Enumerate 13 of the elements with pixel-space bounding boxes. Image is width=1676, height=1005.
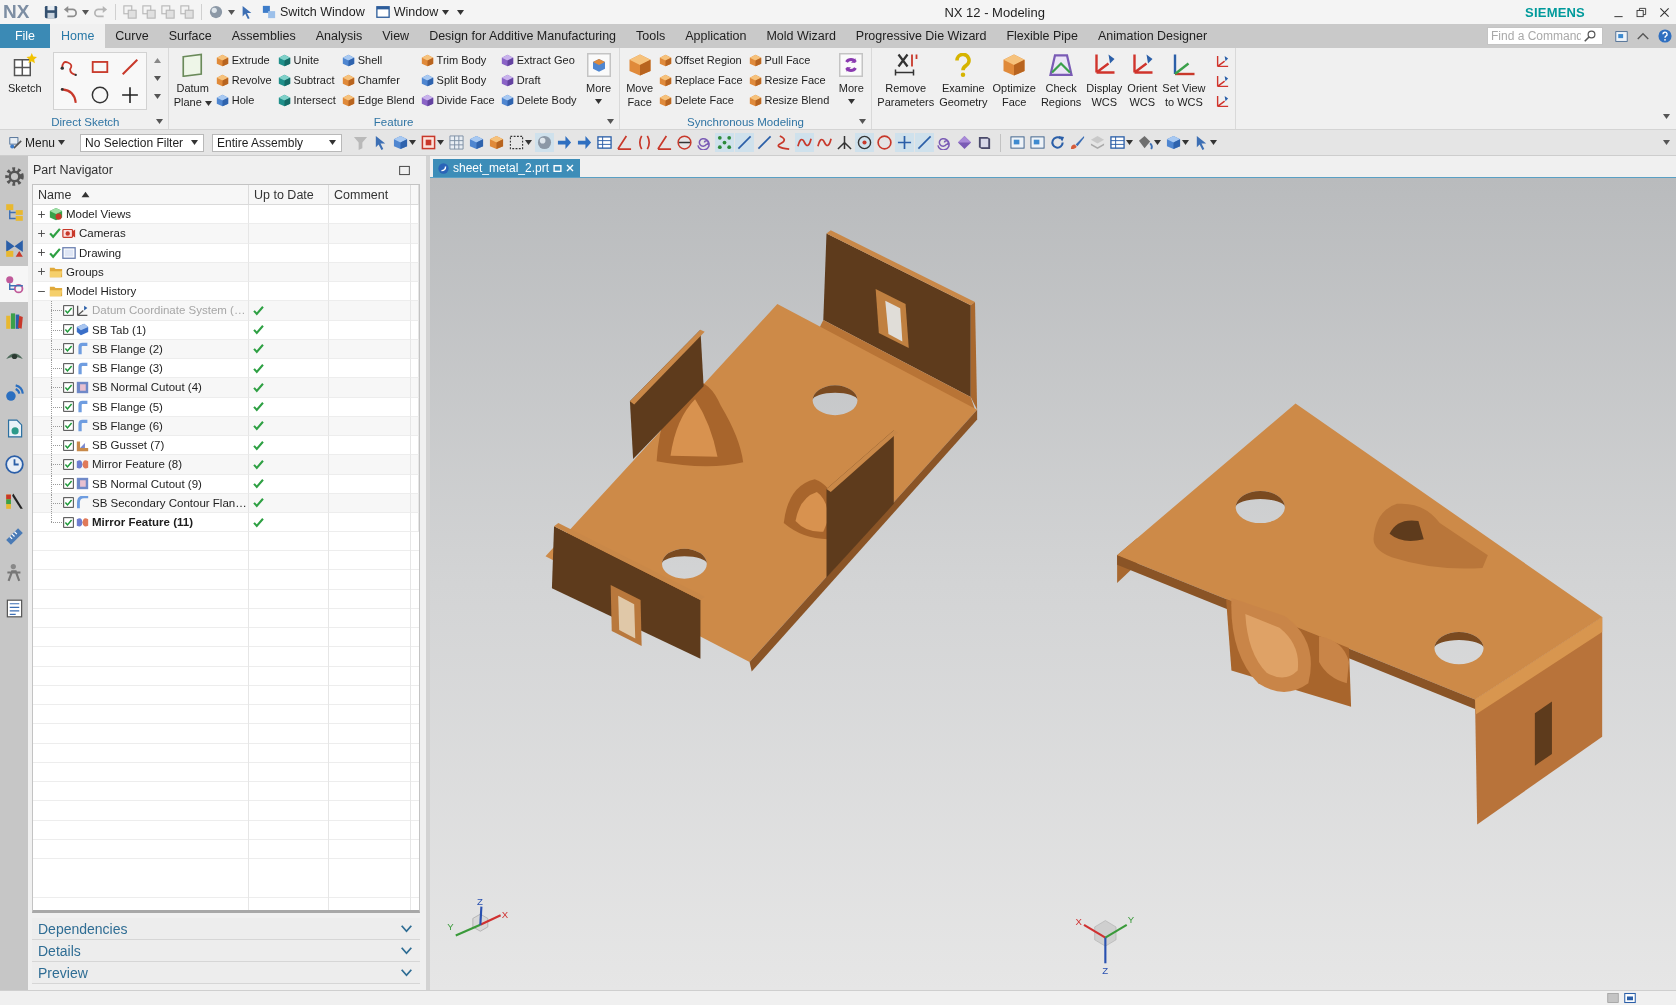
axis-label: Y xyxy=(1127,913,1135,925)
axis-label: X xyxy=(1075,915,1082,927)
axis-label: Z xyxy=(477,895,483,907)
axis-label: Y xyxy=(447,921,454,933)
panel-title: Part Navigator xyxy=(33,163,113,177)
group-label: Synchronous Modeling xyxy=(686,115,804,128)
window-title: NX 12 - Modeling xyxy=(943,4,1046,20)
group-label: Direct Sketch xyxy=(51,115,120,128)
axis-label: X xyxy=(501,909,509,921)
brand-logo: SIEMENS xyxy=(1525,4,1585,20)
axis-label: Z xyxy=(1102,964,1108,976)
app-logo: NX xyxy=(3,1,31,23)
group-label: Feature xyxy=(373,115,414,128)
